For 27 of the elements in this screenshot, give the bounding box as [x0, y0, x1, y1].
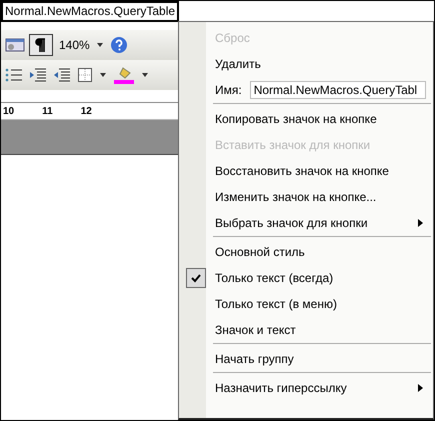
outdent-icon[interactable] — [29, 67, 47, 83]
menu-item[interactable]: Значок и текст — [181, 317, 431, 343]
menu-item[interactable]: Выбрать значок для кнопки — [181, 210, 431, 236]
ruler-number: 11 — [42, 106, 53, 116]
ruler-number: 12 — [80, 106, 92, 116]
menu-item[interactable]: Изменить значок на кнопке... — [181, 184, 431, 210]
dropdown-arrow-icon[interactable] — [141, 72, 149, 78]
list-icon[interactable] — [5, 67, 23, 83]
menu-item[interactable]: Только текст (всегда) — [181, 265, 431, 291]
zoom-level[interactable]: 140% — [59, 38, 90, 52]
borders-icon[interactable] — [77, 67, 93, 83]
submenu-arrow-icon — [418, 384, 423, 392]
menu-item[interactable]: Имя: Normal.NewMacros.QueryTabl — [181, 77, 431, 103]
pilcrow-icon[interactable] — [29, 34, 53, 56]
menu-item[interactable]: Восстановить значок на кнопке — [181, 158, 431, 184]
help-icon[interactable] — [110, 36, 128, 54]
dropdown-arrow-icon[interactable] — [99, 72, 107, 78]
window-icon[interactable] — [5, 37, 25, 53]
dropdown-arrow-icon[interactable] — [96, 42, 104, 48]
menu-item[interactable]: Удалить — [181, 51, 431, 77]
menu-item[interactable]: Только текст (в меню) — [181, 291, 431, 317]
highlighter-icon[interactable] — [113, 66, 135, 84]
indent-icon[interactable] — [53, 67, 71, 83]
ruler-number: 10 — [3, 106, 14, 116]
submenu-arrow-icon — [418, 219, 423, 227]
tooltip: Normal.NewMacros.QueryTable — [1, 1, 180, 22]
name-field[interactable]: Normal.NewMacros.QueryTabl — [250, 81, 426, 99]
